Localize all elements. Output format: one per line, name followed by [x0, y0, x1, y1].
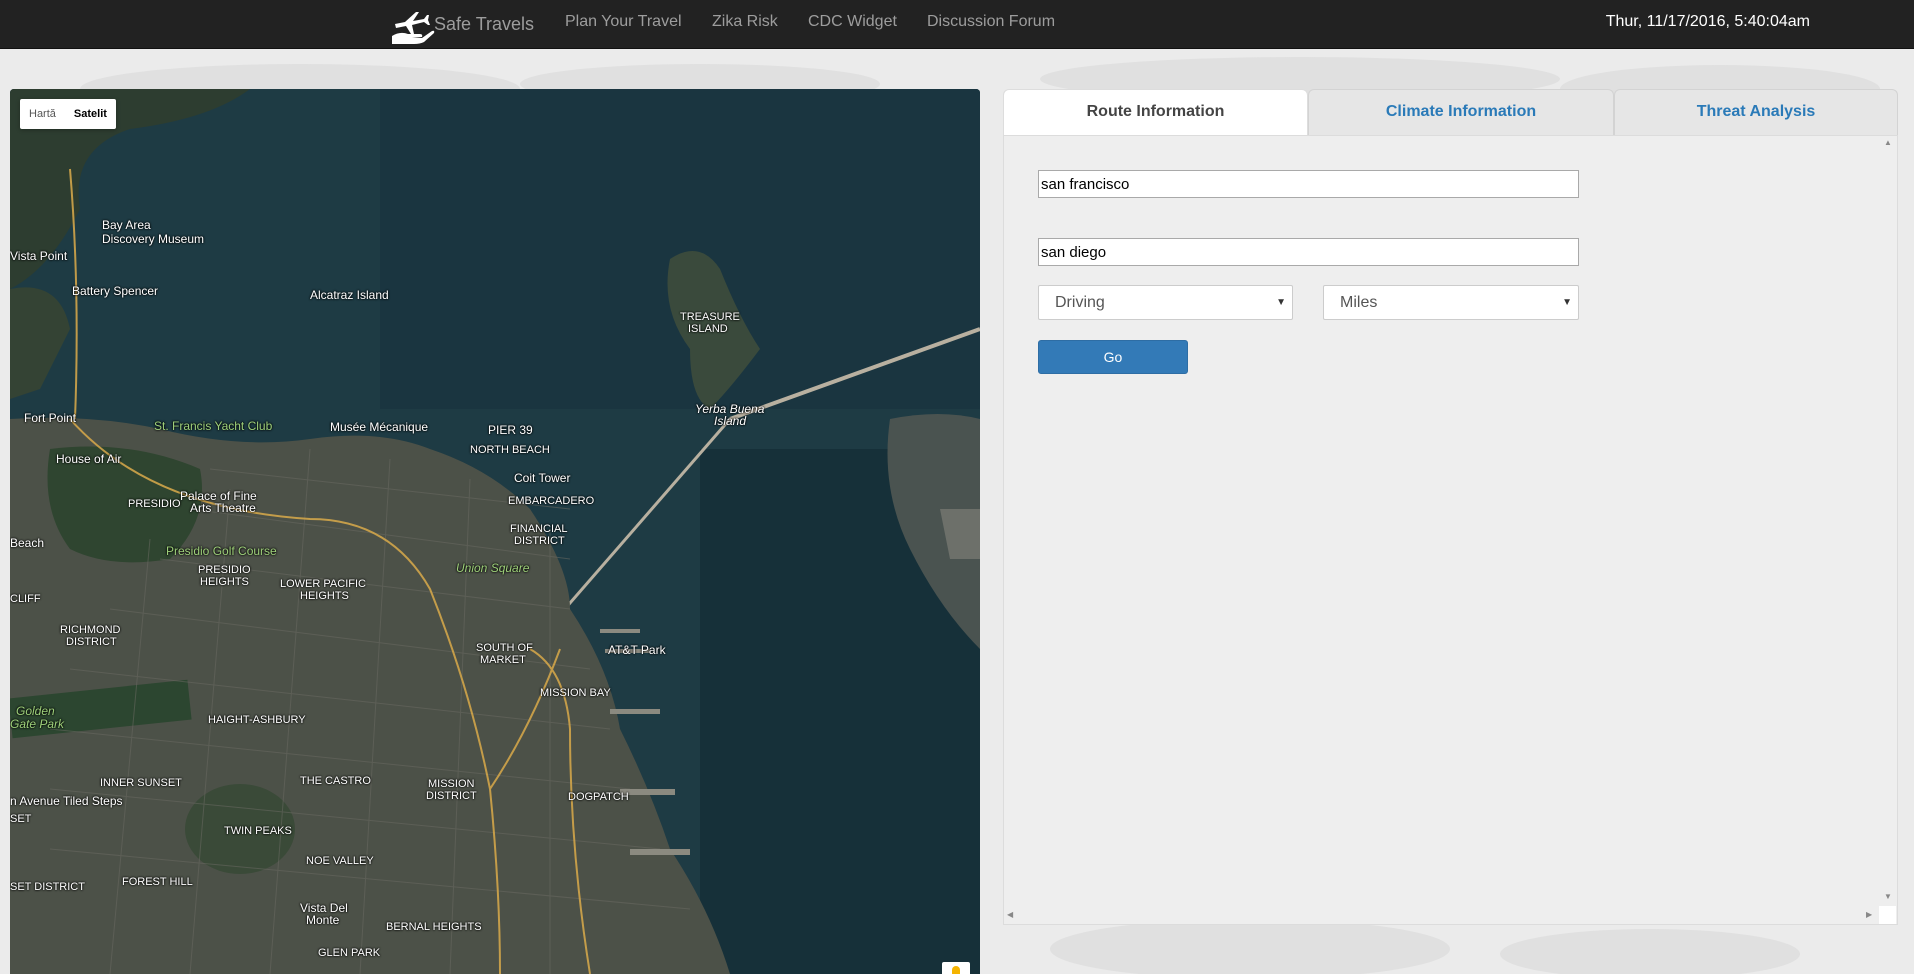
plane-hand-logo-icon: [392, 11, 435, 44]
map-label: Monte: [306, 913, 340, 927]
map-type-satellite-button[interactable]: Satelit: [65, 99, 116, 129]
map-label: Bay Area: [102, 218, 151, 232]
map-label: CLIFF: [10, 593, 41, 605]
map-satellite-view[interactable]: Hartă Satelit Bay Area Discovery Museum …: [10, 89, 980, 974]
satellite-imagery: [10, 89, 980, 974]
map-label: DISTRICT: [514, 535, 565, 547]
tab-climate-information[interactable]: Climate Information: [1308, 89, 1614, 135]
tab-route-information[interactable]: Route Information: [1003, 89, 1308, 136]
map-label: Vista Point: [10, 249, 68, 263]
map-label: Musée Mécanique: [330, 420, 429, 434]
clock-display: Thur, 11/17/2016, 5:40:04am: [1605, 13, 1810, 30]
map-label: DOGPATCH: [568, 791, 629, 803]
map-label: SOUTH OF: [476, 642, 533, 654]
destination-input[interactable]: [1038, 238, 1579, 266]
map-label: Beach: [10, 536, 45, 550]
map-label: n Avenue Tiled Steps: [10, 794, 123, 808]
map-label: INNER SUNSET: [100, 777, 182, 789]
map-label: SET: [10, 813, 32, 825]
map-label: Fort Point: [24, 411, 77, 425]
map-label: Golden: [16, 704, 55, 718]
map-type-map-button[interactable]: Hartă: [20, 99, 65, 129]
map-label: THE CASTRO: [300, 775, 371, 787]
units-value: Miles: [1340, 294, 1378, 311]
map-label: Arts Theatre: [190, 501, 256, 515]
map-label: Coit Tower: [514, 471, 571, 485]
travel-mode-value: Driving: [1055, 294, 1105, 311]
chevron-down-icon: ▼: [1562, 297, 1572, 308]
map-label: NORTH BEACH: [470, 444, 550, 456]
map-label: MARKET: [480, 654, 526, 666]
nav-zika-risk[interactable]: Zika Risk: [712, 0, 778, 44]
vertical-scrollbar[interactable]: ▲ ▼: [1879, 136, 1896, 906]
map-label: FINANCIAL: [510, 523, 568, 535]
map-label: HEIGHTS: [200, 576, 249, 588]
scroll-left-arrow-icon[interactable]: ◀: [1007, 910, 1013, 919]
map-label: Island: [714, 414, 747, 428]
map-label: HAIGHT-ASHBURY: [208, 714, 306, 726]
nav-plan-your-travel[interactable]: Plan Your Travel: [565, 0, 682, 44]
map-label: Union Square: [456, 561, 530, 575]
map-label: PRESIDIO: [128, 498, 181, 510]
map-label: MISSION BAY: [540, 687, 611, 699]
map-label: RICHMOND: [60, 624, 121, 636]
tab-threat-analysis[interactable]: Threat Analysis: [1614, 89, 1898, 135]
chevron-down-icon: ▼: [1276, 297, 1286, 308]
map-label: Gate Park: [10, 717, 65, 731]
nav-cdc-widget[interactable]: CDC Widget: [808, 0, 897, 44]
travel-mode-select[interactable]: Driving ▼: [1038, 285, 1293, 320]
scroll-up-arrow-icon[interactable]: ▲: [1884, 138, 1892, 147]
map-label: ISLAND: [688, 323, 728, 335]
brand[interactable]: Safe Travels: [386, 0, 534, 49]
map-label: NOE VALLEY: [306, 855, 374, 867]
map-label: FOREST HILL: [122, 876, 193, 888]
origin-input[interactable]: [1038, 170, 1579, 198]
map-label: SET DISTRICT: [10, 881, 85, 893]
map-label: EMBARCADERO: [508, 495, 595, 507]
map-label: Battery Spencer: [72, 284, 159, 298]
scrollbar-corner: [1879, 906, 1896, 924]
map-label: BERNAL HEIGHTS: [386, 921, 482, 933]
top-navbar: Safe Travels Plan Your Travel Zika Risk …: [0, 0, 1914, 49]
map-label: Alcatraz Island: [310, 288, 389, 302]
map-label: LOWER PACIFIC: [280, 578, 366, 590]
street-view-pegman-icon[interactable]: [942, 962, 970, 974]
map-label: PIER 39: [488, 423, 533, 437]
map-label: PRESIDIO: [198, 564, 251, 576]
map-label: St. Francis Yacht Club: [154, 419, 273, 433]
map-label: AT&T Park: [608, 643, 666, 657]
map-label: Discovery Museum: [102, 232, 205, 246]
map-label: MISSION: [428, 778, 475, 790]
scroll-down-arrow-icon[interactable]: ▼: [1884, 892, 1892, 901]
info-tabs: Route Information Climate Information Th…: [1003, 89, 1898, 136]
horizontal-scrollbar[interactable]: ◀ ▶: [1004, 906, 1879, 924]
map-label: DISTRICT: [426, 790, 477, 802]
map-label: DISTRICT: [66, 636, 117, 648]
map-label: HEIGHTS: [300, 590, 349, 602]
map-type-control: Hartă Satelit: [20, 99, 116, 129]
map-label: GLEN PARK: [318, 947, 381, 959]
go-button[interactable]: Go: [1038, 340, 1188, 374]
map-label: TWIN PEAKS: [224, 825, 292, 837]
scroll-right-arrow-icon[interactable]: ▶: [1866, 910, 1872, 919]
map-label: Presidio Golf Course: [166, 544, 277, 558]
map-label: House of Air: [56, 452, 122, 466]
nav-discussion-forum[interactable]: Discussion Forum: [927, 0, 1055, 44]
brand-title: Safe Travels: [434, 14, 535, 34]
units-select[interactable]: Miles ▼: [1323, 285, 1579, 320]
map-label: TREASURE: [680, 311, 740, 323]
